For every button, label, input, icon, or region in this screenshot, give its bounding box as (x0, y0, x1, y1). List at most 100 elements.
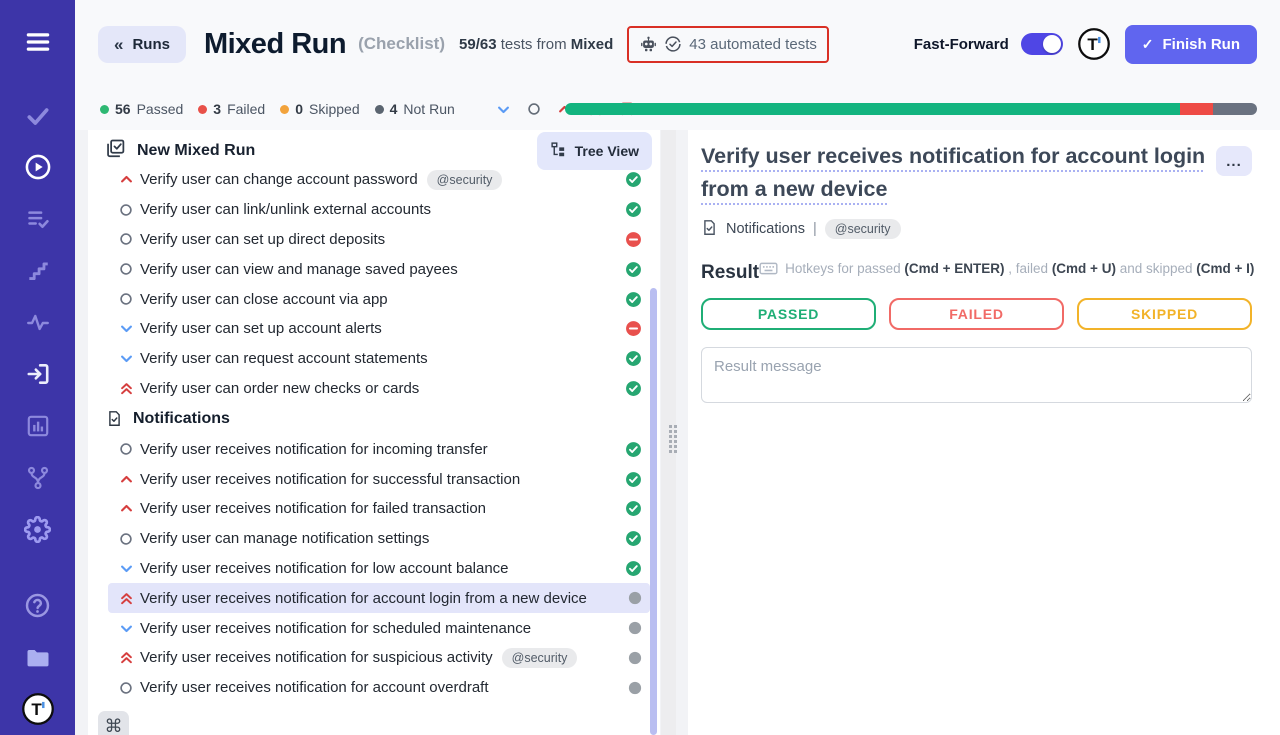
sidebar-folder-icon[interactable] (0, 631, 75, 683)
list-scrollbar[interactable] (650, 288, 657, 735)
stat-failed: 3Failed (198, 101, 265, 117)
priority-chevrons-up-icon (114, 591, 138, 606)
sidebar-list-check-icon[interactable] (0, 193, 75, 245)
app-root: T « Runs Mixed Run (Checklist) 59/63 tes… (0, 0, 1280, 735)
tree-view-icon (550, 141, 567, 161)
stats-bar: 56Passed3Failed0Skipped4Not Run (75, 88, 1280, 130)
security-tag[interactable]: @security (502, 648, 578, 668)
sidebar-log-in-icon[interactable] (0, 349, 75, 401)
result-message-input[interactable] (701, 347, 1252, 403)
test-row-title: Verify user can set up account alerts (140, 320, 382, 337)
sidebar-play-circle-icon[interactable] (0, 142, 75, 194)
priority-circle-icon (114, 442, 138, 456)
sidebar-logo-icon[interactable]: T (0, 683, 75, 735)
priority-chevron-down-icon (114, 561, 138, 576)
status-passed-icon (625, 560, 642, 577)
fast-forward-toggle[interactable] (1021, 33, 1063, 55)
test-row[interactable]: Verify user receives notification for sc… (108, 613, 650, 643)
test-row[interactable]: Verify user can manage notification sett… (108, 524, 650, 554)
sidebar-help-icon[interactable] (0, 580, 75, 632)
test-row-title: Verify user receives notification for sc… (140, 620, 531, 637)
sidebar-bar-chart-icon[interactable] (0, 400, 75, 452)
sidebar-check-icon[interactable] (0, 90, 75, 142)
priority-chevrons-up-icon (114, 381, 138, 396)
status-passed-icon (625, 441, 642, 458)
test-row[interactable]: Verify user receives notification for ac… (108, 673, 650, 703)
test-row[interactable]: Verify user can close account via app (108, 284, 650, 314)
priority-chevron-down-icon (114, 351, 138, 366)
status-passed-icon (625, 530, 642, 547)
automated-tests-badge[interactable]: 43 automated tests (627, 26, 829, 63)
toggle-knob (1043, 35, 1061, 53)
sidebar-git-branch-icon[interactable] (0, 452, 75, 504)
status-notrun-icon (628, 681, 642, 695)
test-row[interactable]: Verify user can view and manage saved pa… (108, 254, 650, 284)
test-row[interactable]: Verify user receives notification for su… (108, 643, 650, 673)
tree-view-button[interactable]: Tree View (537, 132, 652, 170)
test-row[interactable]: Verify user can set up direct deposits (108, 225, 650, 255)
document-icon (106, 410, 123, 427)
sidebar-menu-icon[interactable] (0, 16, 75, 68)
sidebar-activity-icon[interactable] (0, 297, 75, 349)
priority-circle-icon (114, 292, 138, 306)
priority-circle-icon (114, 262, 138, 276)
test-row[interactable]: Verify user receives notification for ac… (108, 583, 650, 613)
test-row-title: Verify user can request account statemen… (140, 350, 428, 367)
robot-icon (639, 35, 658, 54)
status-passed-icon (625, 201, 642, 218)
main-area: « Runs Mixed Run (Checklist) 59/63 tests… (75, 0, 1280, 735)
status-notrun-icon (628, 621, 642, 635)
section-header[interactable]: Notifications (88, 403, 660, 434)
test-row[interactable]: Verify user can change account password@… (108, 170, 650, 195)
more-options-button[interactable]: ... (1216, 146, 1252, 176)
status-notrun-icon (628, 651, 642, 665)
test-row[interactable]: Verify user can link/unlink external acc… (108, 195, 650, 225)
sidebar-gear-icon[interactable] (0, 504, 75, 556)
content-area: New Mixed Run Tree View Verify user can … (75, 130, 1280, 735)
test-row[interactable]: Verify user can set up account alerts (108, 314, 650, 344)
filter-circle-icon[interactable] (527, 102, 541, 116)
finish-run-label: Finish Run (1163, 36, 1241, 53)
test-row-title: Verify user can view and manage saved pa… (140, 261, 458, 278)
status-passed-icon (625, 261, 642, 278)
status-failed-icon (625, 231, 642, 248)
section-title: Notifications (133, 410, 230, 428)
result-heading: Result (701, 262, 759, 284)
status-passed-icon (625, 471, 642, 488)
topbar: « Runs Mixed Run (Checklist) 59/63 tests… (75, 0, 1280, 88)
priority-circle-icon (114, 681, 138, 695)
filter-chevron-down-icon[interactable] (496, 102, 511, 117)
passed-button[interactable]: PASSED (701, 298, 876, 330)
status-passed-icon (625, 291, 642, 308)
status-dot-icon (198, 105, 207, 114)
progress-segment (565, 103, 1180, 115)
test-list: Verify user can change account password@… (88, 170, 660, 735)
test-row[interactable]: Verify user receives notification for fa… (108, 494, 650, 524)
back-to-runs-button[interactable]: « Runs (98, 26, 186, 63)
panel-resize-handle[interactable] (660, 130, 688, 735)
sidebar-stairs-icon[interactable] (0, 245, 75, 297)
app-logo-icon[interactable]: T (1077, 27, 1111, 61)
priority-chevrons-up-icon (114, 650, 138, 665)
test-row[interactable]: Verify user can order new checks or card… (108, 374, 650, 404)
status-passed-icon (625, 350, 642, 367)
security-tag[interactable]: @security (825, 219, 901, 239)
test-row[interactable]: Verify user receives notification for lo… (108, 554, 650, 584)
test-list-panel: New Mixed Run Tree View Verify user can … (88, 130, 660, 735)
priority-chevron-up-icon (114, 501, 138, 516)
test-row-title: Verify user receives notification for ac… (140, 679, 489, 696)
test-row-title: Verify user receives notification for fa… (140, 500, 486, 517)
test-row[interactable]: Verify user receives notification for in… (108, 434, 650, 464)
failed-button[interactable]: FAILED (889, 298, 1064, 330)
test-row[interactable]: Verify user can request account statemen… (108, 344, 650, 374)
breadcrumb-section: Notifications (726, 221, 805, 237)
skipped-button[interactable]: SKIPPED (1077, 298, 1252, 330)
test-row[interactable]: Verify user receives notification for su… (108, 464, 650, 494)
finish-run-button[interactable]: ✓ Finish Run (1125, 25, 1257, 64)
status-passed-icon (625, 380, 642, 397)
tree-view-label: Tree View (575, 143, 639, 159)
keyboard-icon (759, 259, 778, 278)
status-dot-icon (100, 105, 109, 114)
security-tag[interactable]: @security (427, 170, 503, 190)
progress-segment (1180, 103, 1213, 115)
